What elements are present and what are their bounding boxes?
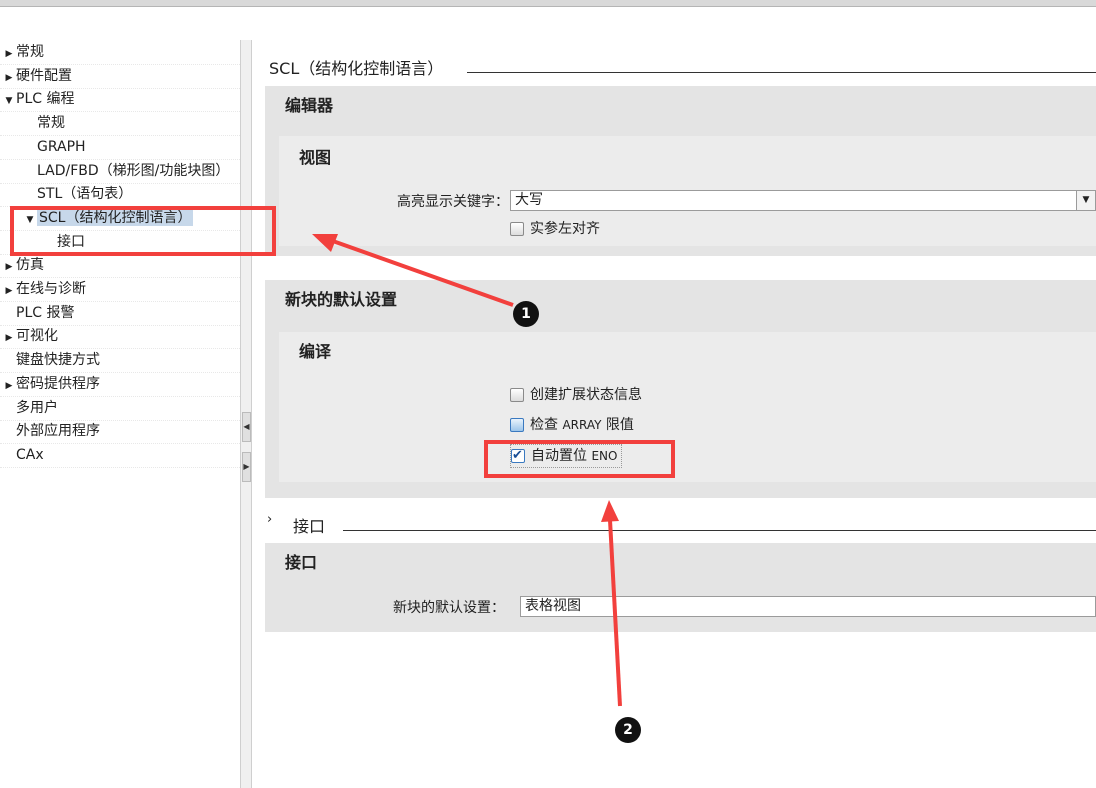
highlight-keywords-select[interactable]: 大写 ▼ xyxy=(510,190,1096,211)
collapse-left-icon[interactable]: ◀ xyxy=(242,412,251,442)
sidebar-item[interactable]: STL（语句表） xyxy=(0,183,240,208)
annotation-badge-2: 2 xyxy=(615,717,641,743)
dropdown-arrow-icon[interactable]: ▼ xyxy=(1076,191,1095,210)
sidebar-item[interactable]: LAD/FBD（梯形图/功能块图） xyxy=(0,160,240,184)
sidebar-item[interactable]: 外部应用程序 xyxy=(0,420,240,445)
sidebar-item-label: 外部应用程序 xyxy=(16,423,100,440)
sidebar-item-label: STL（语句表） xyxy=(37,186,133,203)
highlight-keywords-label: 高亮显示关键字： xyxy=(397,194,509,210)
interface-divider xyxy=(343,530,1096,531)
expand-right-icon[interactable]: ▶ xyxy=(2,375,16,398)
interface-panel: 接口 新块的默认设置： 表格视图 xyxy=(265,543,1096,632)
sidebar-item[interactable]: GRAPH xyxy=(0,136,240,160)
sidebar-item-label: 键盘快捷方式 xyxy=(16,352,100,369)
sidebar-item[interactable]: 常规 xyxy=(0,112,240,137)
section-title-scl: SCL（结构化控制语言） xyxy=(269,59,444,78)
align-params-checkbox[interactable] xyxy=(510,222,524,236)
collapse-right-icon[interactable]: ▶ xyxy=(242,452,251,482)
view-subpanel-title: 视图 xyxy=(299,148,332,167)
expand-right-icon[interactable]: ▶ xyxy=(2,327,16,350)
expand-right-icon[interactable]: ▶ xyxy=(2,256,16,279)
sidebar-item[interactable]: CAx xyxy=(0,444,240,468)
annotation-box-eno xyxy=(484,440,675,478)
sidebar-item[interactable]: ▶ 可视化 xyxy=(0,325,240,350)
chevron-right-icon[interactable]: › xyxy=(267,512,272,527)
expand-right-icon[interactable]: ▶ xyxy=(2,280,16,303)
sidebar-item[interactable]: ▶ 在线与诊断 xyxy=(0,278,240,302)
sidebar-item-label: CAx xyxy=(16,446,44,463)
sidebar-item[interactable]: ▶ 硬件配置 xyxy=(0,65,240,89)
expand-down-icon[interactable]: ▼ xyxy=(2,90,16,113)
array-limits-checkbox-row[interactable]: 检查 ARRAY 限值 xyxy=(510,414,634,436)
extended-status-checkbox-row[interactable]: 创建扩展状态信息 xyxy=(510,384,642,406)
interface-default-label: 新块的默认设置： xyxy=(393,600,505,616)
sidebar-item[interactable]: ▶ 密码提供程序 xyxy=(0,373,240,397)
array-limits-checkbox[interactable] xyxy=(510,418,524,432)
extended-status-label: 创建扩展状态信息 xyxy=(530,387,642,403)
editor-panel: 编辑器 视图 高亮显示关键字： 大写 ▼ 实参左对齐 xyxy=(265,86,1096,256)
sidebar-item-label: 仿真 xyxy=(16,257,44,274)
new-block-defaults-panel: 新块的默认设置 编译 创建扩展状态信息 检查 ARRAY 限值 自动置位 ENO xyxy=(265,280,1096,498)
expand-right-icon[interactable]: ▶ xyxy=(2,43,16,66)
highlight-keywords-value: 大写 xyxy=(515,192,543,208)
sidebar-item-label: GRAPH xyxy=(37,138,86,155)
sidebar-item-label: 在线与诊断 xyxy=(16,281,86,297)
interface-section-title: 接口 xyxy=(293,517,326,536)
sidebar-item-label: PLC 编程 xyxy=(16,91,75,108)
new-block-defaults-title: 新块的默认设置 xyxy=(285,290,398,309)
sidebar-item-label: 常规 xyxy=(37,115,65,132)
sidebar-item-label: LAD/FBD（梯形图/功能块图） xyxy=(37,162,230,179)
editor-panel-title: 编辑器 xyxy=(285,96,334,115)
expand-right-icon[interactable]: ▶ xyxy=(2,67,16,90)
interface-default-select[interactable]: 表格视图 xyxy=(520,596,1096,617)
compile-subpanel: 编译 创建扩展状态信息 检查 ARRAY 限值 自动置位 ENO xyxy=(279,332,1096,482)
sidebar-item[interactable]: 多用户 xyxy=(0,397,240,421)
align-params-label: 实参左对齐 xyxy=(530,221,600,237)
section-divider xyxy=(467,72,1096,73)
sidebar-item-label: PLC 报警 xyxy=(16,304,75,321)
view-subpanel: 视图 高亮显示关键字： 大写 ▼ 实参左对齐 xyxy=(279,136,1096,246)
interface-default-value: 表格视图 xyxy=(525,598,581,614)
array-limits-label: 检查 ARRAY 限值 xyxy=(530,417,634,433)
sidebar-item-label: 密码提供程序 xyxy=(16,375,100,392)
settings-content: SCL（结构化控制语言） 编辑器 视图 高亮显示关键字： 大写 ▼ 实参左对齐 … xyxy=(251,0,1096,788)
align-params-checkbox-row[interactable]: 实参左对齐 xyxy=(510,218,600,240)
annotation-box-scl xyxy=(10,206,276,256)
sidebar-item-label: 常规 xyxy=(16,44,44,60)
compile-subpanel-title: 编译 xyxy=(299,342,332,361)
sidebar-item-label: 硬件配置 xyxy=(16,67,72,84)
sidebar-item[interactable]: ▼ PLC 编程 xyxy=(0,88,240,113)
interface-panel-title: 接口 xyxy=(285,553,318,572)
sidebar-item-label: 可视化 xyxy=(16,328,58,345)
annotation-badge-1: 1 xyxy=(513,301,539,327)
extended-status-checkbox[interactable] xyxy=(510,388,524,402)
settings-tree: ▶ 常规 ▶ 硬件配置 ▼ PLC 编程 常规 GRAPH LAD/FBD（梯形图/功能块图） S… xyxy=(0,8,240,788)
sidebar-item[interactable]: ▶ 仿真 xyxy=(0,254,240,279)
sidebar-item[interactable]: PLC 报警 xyxy=(0,302,240,326)
sidebar-item-label: 多用户 xyxy=(16,399,58,416)
sidebar-item[interactable]: ▶ 常规 xyxy=(0,41,240,65)
sidebar-item[interactable]: 键盘快捷方式 xyxy=(0,349,240,374)
